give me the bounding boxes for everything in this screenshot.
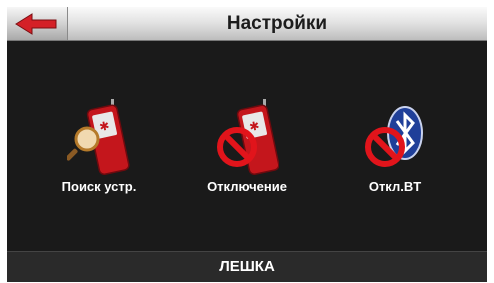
phone-disconnect-icon: ✱: [217, 99, 279, 175]
menu-item-label: Поиск устр.: [61, 179, 137, 194]
connected-device-name: ЛЕШКА: [219, 258, 275, 275]
screen: Настройки ✱ Поиск устр. ✱ Отключение Отк…: [7, 7, 487, 282]
bluetooth-off-button[interactable]: Откл.BT: [330, 99, 460, 209]
page-title: Настройки: [226, 13, 328, 34]
arrow-left-icon: [15, 13, 57, 35]
settings-menu: ✱ Поиск устр. ✱ Отключение Откл.BT: [7, 41, 487, 251]
back-button[interactable]: [7, 7, 68, 40]
search-devices-button[interactable]: ✱ Поиск устр.: [34, 99, 164, 209]
phone-search-icon: ✱: [67, 99, 130, 175]
title-bar: Настройки: [7, 7, 487, 41]
menu-item-label: Откл.BT: [368, 179, 422, 194]
disconnect-button[interactable]: ✱ Отключение: [182, 99, 312, 209]
bluetooth-off-icon: [365, 106, 423, 167]
status-bar: ЛЕШКА: [7, 251, 487, 282]
menu-item-label: Отключение: [207, 179, 287, 194]
